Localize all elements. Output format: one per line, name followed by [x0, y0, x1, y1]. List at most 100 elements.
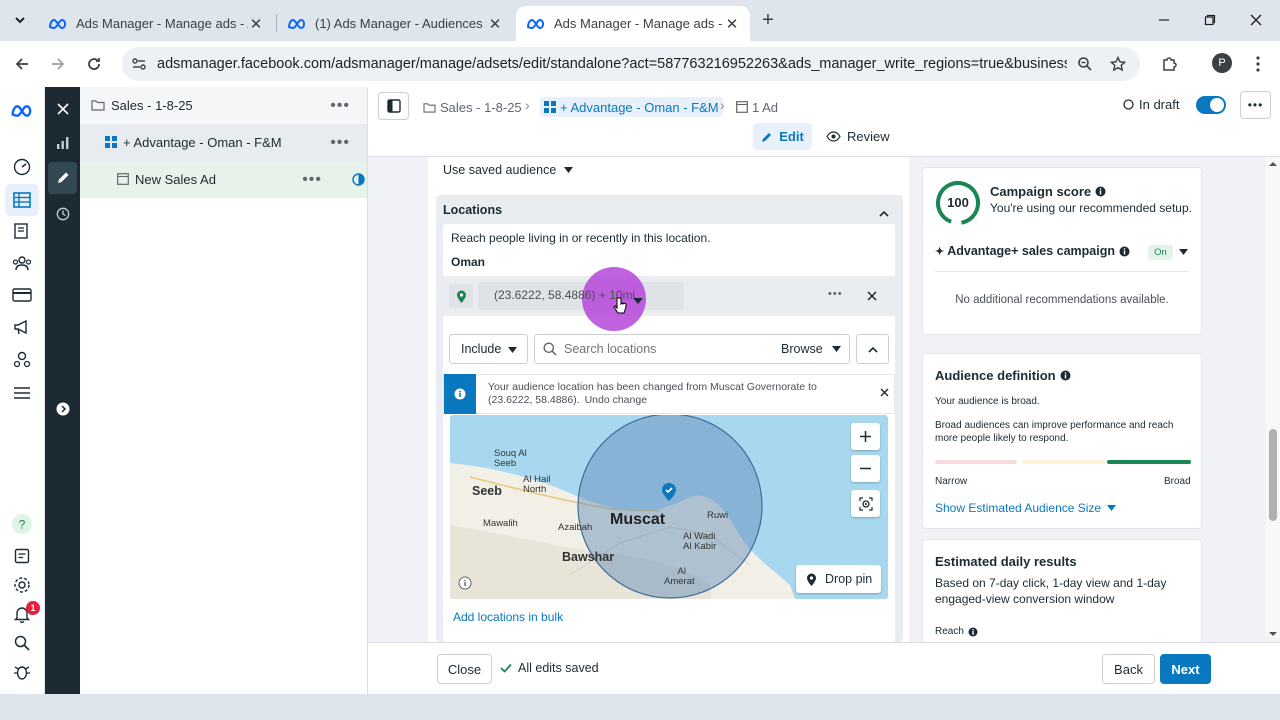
browse-dropdown[interactable]: Browse	[781, 342, 841, 356]
meta-logo-icon[interactable]	[10, 100, 34, 122]
breadcrumb-ad[interactable]: 1 Ad	[736, 97, 778, 117]
forward-arrow-icon[interactable]	[46, 52, 70, 76]
info-icon[interactable]	[1119, 246, 1130, 257]
browser-menu-icon[interactable]	[1246, 52, 1270, 76]
browser-tab-1[interactable]: Ads Manager - Manage ads - A ✕	[38, 6, 274, 41]
show-audience-size-link[interactable]: Show Estimated Audience Size	[935, 501, 1117, 515]
business-settings-icon[interactable]	[11, 348, 33, 370]
audiences-icon[interactable]	[11, 252, 33, 274]
breadcrumb-adset[interactable]: + Advantage - Oman - F&M	[540, 97, 723, 117]
new-tab-button[interactable]: +	[758, 10, 778, 30]
publish-toggle[interactable]	[1196, 96, 1226, 114]
profile-avatar[interactable]: P	[1212, 53, 1232, 73]
radius-dropdown-icon[interactable]	[633, 292, 643, 307]
megaphone-icon[interactable]	[11, 316, 33, 338]
scroll-down-icon[interactable]	[1266, 629, 1280, 639]
tree-item-campaign[interactable]: Sales - 1-8-25 •••	[80, 87, 367, 124]
extensions-icon[interactable]	[1158, 52, 1182, 76]
remove-location-icon[interactable]	[867, 289, 877, 304]
minimize-icon[interactable]	[1154, 10, 1174, 30]
undo-change-link[interactable]: Undo change	[585, 394, 647, 406]
report-icon[interactable]	[11, 545, 33, 567]
toggle-sidebar-button[interactable]	[378, 92, 409, 120]
help-icon[interactable]: ?	[11, 513, 33, 535]
tree-item-ad[interactable]: New Sales Ad •••	[80, 161, 367, 198]
location-map[interactable]: Souq Al Seeb Al Hail North Seeb Mawalih …	[450, 415, 888, 599]
page-scrollbar[interactable]	[1266, 157, 1280, 637]
dashboard-gauge-icon[interactable]	[11, 156, 33, 178]
map-label-ruwi: Ruwi	[707, 510, 729, 521]
more-options-icon[interactable]: •••	[330, 97, 350, 115]
include-dropdown[interactable]: Include	[449, 334, 528, 364]
browser-tab-3-active[interactable]: Ads Manager - Manage ads - A ✕	[516, 6, 750, 41]
more-options-icon[interactable]: •••	[330, 134, 350, 152]
restore-icon[interactable]	[1200, 10, 1220, 30]
next-button[interactable]: Next	[1160, 654, 1211, 684]
history-clock-icon[interactable]	[51, 202, 74, 225]
zoom-icon[interactable]	[1076, 55, 1094, 73]
tab-search-button[interactable]	[8, 8, 32, 32]
collapse-map-button[interactable]	[856, 334, 889, 364]
location-options-icon[interactable]: •••	[828, 288, 843, 300]
broad-text: Your audience is broad.	[935, 396, 1040, 407]
more-actions-button[interactable]: •••	[1240, 91, 1271, 119]
zoom-in-button[interactable]	[851, 423, 880, 450]
advantage-row[interactable]: ✦ Advantage+ sales campaign	[935, 244, 1130, 258]
reload-icon[interactable]	[82, 52, 106, 76]
review-mode-tab[interactable]: Review	[826, 123, 890, 150]
info-icon[interactable]	[1060, 370, 1071, 381]
back-arrow-icon[interactable]	[10, 52, 34, 76]
billing-card-icon[interactable]	[11, 284, 33, 306]
search-locations-input[interactable]	[564, 339, 764, 359]
map-info-icon[interactable]	[458, 576, 472, 593]
scrollbar-thumb[interactable]	[1269, 429, 1277, 521]
audience-definition-card: Audience definition Your audience is bro…	[922, 353, 1202, 529]
caret-down-icon[interactable]	[1179, 249, 1188, 255]
edit-mode-tab[interactable]: Edit	[753, 123, 812, 150]
audience-section: Use saved audience Locations Reach peopl…	[428, 157, 909, 642]
locations-panel: Locations Reach people living in or rece…	[436, 195, 903, 642]
all-tools-menu-icon[interactable]	[11, 382, 33, 404]
bookmark-star-icon[interactable]	[1109, 55, 1127, 73]
add-locations-bulk-link[interactable]: Add locations in bulk	[453, 610, 563, 624]
back-button[interactable]: Back	[1102, 654, 1155, 684]
location-pin-row[interactable]: (23.6222, 58.4886) + 10mi •••	[443, 267, 895, 331]
settings-gear-icon[interactable]	[11, 574, 33, 596]
close-editor-icon[interactable]	[51, 97, 74, 120]
info-icon[interactable]	[1095, 186, 1106, 197]
zoom-out-button[interactable]	[851, 455, 880, 482]
address-bar[interactable]: adsmanager.facebook.com/adsmanager/manag…	[122, 47, 1140, 81]
site-settings-icon[interactable]	[130, 55, 148, 73]
expand-panel-icon[interactable]	[51, 397, 74, 420]
breadcrumb-campaign[interactable]: Sales - 1-8-25	[423, 97, 522, 117]
folder-icon	[423, 102, 436, 113]
scroll-up-icon[interactable]	[1266, 159, 1280, 169]
campaigns-table-icon[interactable]	[5, 184, 39, 216]
no-recommendations-text: No additional recommendations available.	[955, 294, 1169, 306]
bug-report-icon[interactable]	[11, 661, 33, 683]
tree-item-adset[interactable]: + Advantage - Oman - F&M •••	[80, 124, 367, 161]
performance-chart-icon[interactable]	[51, 131, 74, 154]
status-text: In draft	[1139, 97, 1180, 112]
saved-audience-dropdown[interactable]: Use saved audience	[443, 163, 574, 177]
close-button[interactable]: Close	[437, 654, 492, 684]
close-tab-icon[interactable]: ✕	[724, 16, 740, 33]
info-icon[interactable]	[968, 627, 978, 637]
caret-down-icon	[1107, 505, 1117, 511]
close-tab-icon[interactable]: ✕	[487, 16, 503, 33]
location-search-box[interactable]: Browse	[534, 334, 850, 364]
close-window-icon[interactable]	[1246, 10, 1266, 30]
close-tab-icon[interactable]: ✕	[248, 16, 264, 33]
close-notice-icon[interactable]	[880, 385, 889, 400]
collapse-chevron-icon[interactable]	[879, 205, 889, 220]
drop-pin-button[interactable]: Drop pin	[796, 565, 881, 593]
pages-icon[interactable]	[11, 220, 33, 242]
edit-pencil-icon[interactable]	[48, 162, 77, 194]
browser-tab-2[interactable]: (1) Ads Manager - Audiences ✕	[277, 6, 513, 41]
search-icon[interactable]	[11, 632, 33, 654]
recenter-button[interactable]	[851, 490, 880, 517]
daily-results-title: Estimated daily results	[935, 554, 1077, 569]
include-label: Include	[461, 342, 502, 356]
checkmark-icon	[500, 663, 512, 673]
more-options-icon[interactable]: •••	[302, 171, 322, 189]
